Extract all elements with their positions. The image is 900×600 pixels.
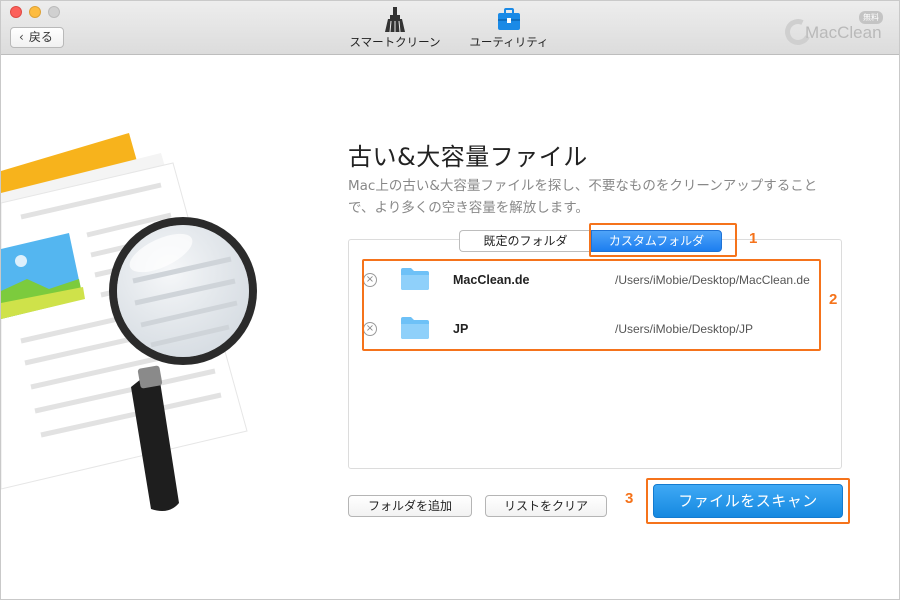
close-window-button[interactable] [10,6,22,18]
free-badge: 無料 [859,11,883,24]
back-button-label: 戻る [28,30,53,44]
broom-icon [345,7,445,33]
toolbar: ‹ 戻る スマートクリーン ユーティリティ MacClean 無料 [1,1,899,55]
tab-smart-clean-label: スマートクリーン [349,35,441,49]
document-magnifier-illustration [0,131,291,521]
page-title: 古い&大容量ファイル [348,143,588,171]
annotation-box-2 [362,259,821,351]
clear-list-button[interactable]: リストをクリア [485,495,607,517]
tab-utility[interactable]: ユーティリティ [464,7,554,50]
chevron-left-icon: ‹ [19,30,24,44]
annotation-box-1 [589,223,737,257]
annotation-number-2: 2 [829,291,838,308]
tab-utility-label: ユーティリティ [469,35,549,49]
brand-logo: MacClean 無料 [781,11,885,49]
brand-name: MacClean [805,23,882,42]
annotation-number-1: 1 [749,230,758,247]
annotation-number-3: 3 [625,490,634,507]
page-description: Mac上の古い&大容量ファイルを探し、不要なものをクリーンアップすることで、より… [348,178,818,216]
tab-default-folder[interactable]: 既定のフォルダ [459,230,591,252]
app-window: ‹ 戻る スマートクリーン ユーティリティ MacClean 無料 古い&大容量… [0,0,900,600]
zoom-window-button[interactable] [48,6,60,18]
annotation-box-3 [646,478,850,524]
tab-smart-clean[interactable]: スマートクリーン [345,7,445,50]
toolbox-icon [464,7,554,33]
add-folder-button[interactable]: フォルダを追加 [348,495,472,517]
minimize-window-button[interactable] [29,6,41,18]
back-button[interactable]: ‹ 戻る [10,27,64,48]
